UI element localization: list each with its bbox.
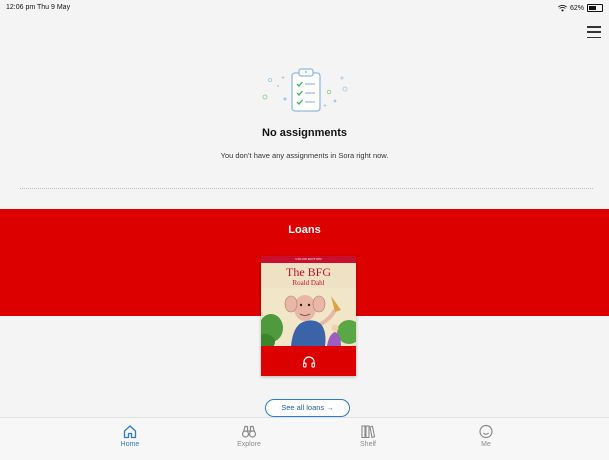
wifi-icon xyxy=(558,4,567,12)
tab-explore-label: Explore xyxy=(237,441,261,448)
battery-percent: 62% xyxy=(569,4,584,12)
tab-home-label: Home xyxy=(120,441,140,448)
menu-line xyxy=(587,36,601,38)
clipboard-checklist-icon xyxy=(262,68,348,112)
menu-button[interactable] xyxy=(587,26,601,38)
loans-title: Loans xyxy=(288,224,321,236)
status-time: 12:06 pm Thu 9 May xyxy=(6,4,71,11)
menu-line xyxy=(587,26,601,28)
tab-explore[interactable]: Explore xyxy=(219,424,279,458)
binoculars-icon xyxy=(241,425,257,438)
book-cover: COLOR EDITION The BFG Roald Dahl xyxy=(261,256,356,346)
tab-me-label: Me xyxy=(481,441,491,448)
section-divider xyxy=(20,188,593,189)
assignments-empty-title: No assignments xyxy=(262,127,347,139)
headphones-icon xyxy=(302,355,315,368)
loan-book-card[interactable]: COLOR EDITION The BFG Roald Dahl xyxy=(261,256,356,376)
smiley-icon xyxy=(479,424,493,439)
cover-illustration xyxy=(261,288,356,346)
tab-home[interactable]: Home xyxy=(100,424,160,458)
cover-banner: COLOR EDITION xyxy=(261,256,356,263)
see-all-loans-button[interactable]: See all loans → xyxy=(265,399,350,417)
menu-line xyxy=(587,31,601,33)
status-indicators: 62% xyxy=(558,4,603,12)
battery-level xyxy=(589,6,597,10)
book-author: Roald Dahl xyxy=(292,279,325,287)
bottom-tab-bar: Home Explore Shelf Me xyxy=(0,417,609,460)
tab-me[interactable]: Me xyxy=(456,424,516,458)
status-bar: 12:06 pm Thu 9 May 62% xyxy=(0,0,609,16)
tab-shelf-label: Shelf xyxy=(360,441,376,448)
home-icon xyxy=(123,425,137,439)
assignments-empty-description: You don’t have any assignments in Sora r… xyxy=(220,151,389,160)
books-icon xyxy=(361,425,376,439)
book-title: The BFG xyxy=(286,265,331,279)
battery-icon xyxy=(587,4,603,12)
tab-shelf[interactable]: Shelf xyxy=(338,424,398,458)
book-format-bar xyxy=(261,346,356,376)
